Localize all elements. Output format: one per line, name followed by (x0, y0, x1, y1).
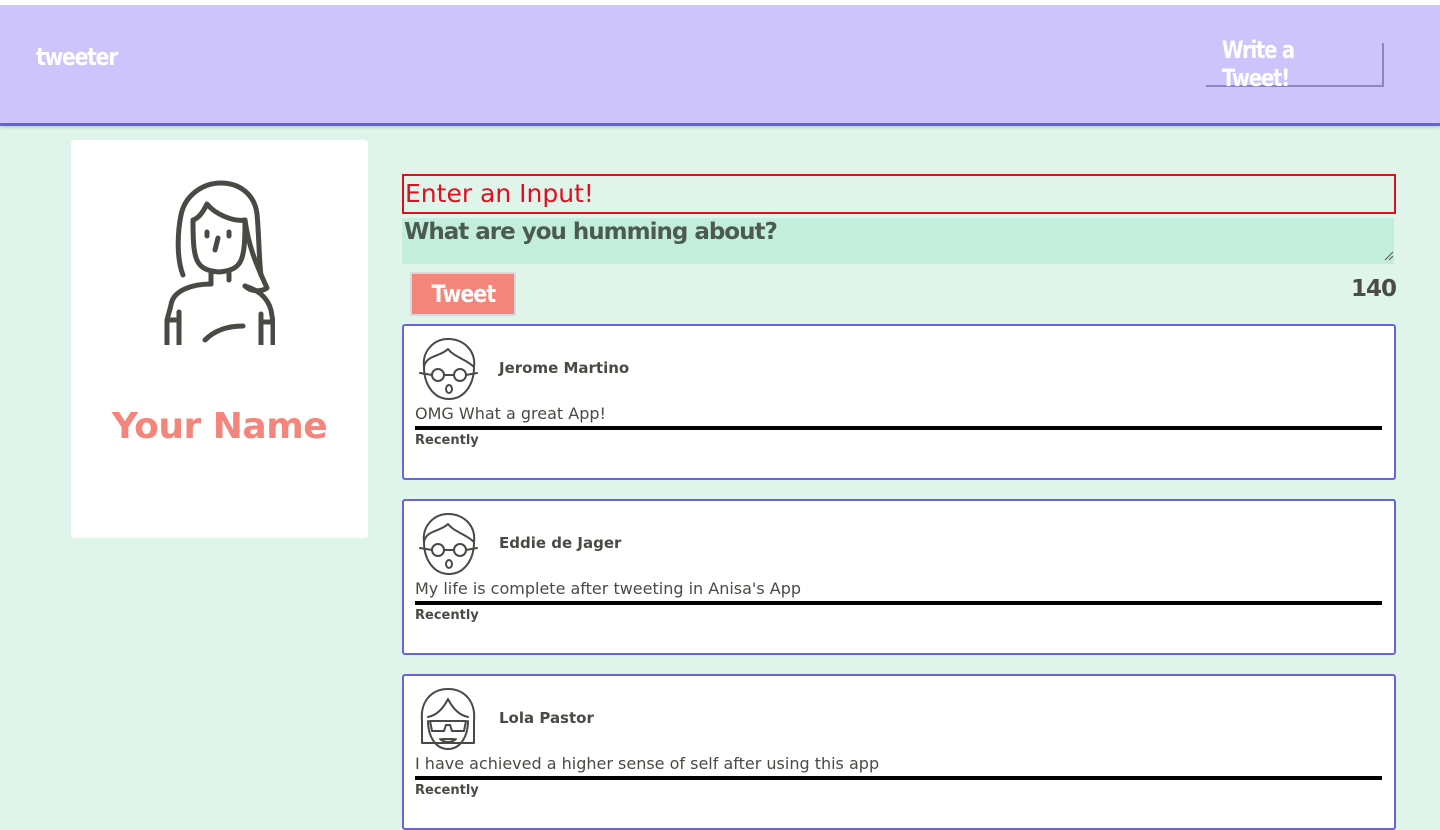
tweet-text: I have achieved a higher sense of self a… (415, 754, 880, 773)
man-glasses-avatar-icon (419, 513, 478, 575)
woman-sunglasses-avatar-icon (420, 688, 476, 750)
char-counter: 140 (1350, 276, 1397, 302)
tweet-button-label: Tweet (431, 280, 496, 308)
woman-avatar-icon (164, 180, 275, 345)
tweet-divider (415, 601, 1382, 605)
tweet-timestamp: Recently (415, 433, 479, 448)
tweet-button[interactable]: Tweet (410, 272, 516, 316)
top-nav: tweeter Write a Tweet! (0, 5, 1440, 126)
profile-name: Your Name (111, 406, 328, 447)
tweet-card: Jerome Martino OMG What a great App! Rec… (402, 324, 1396, 480)
write-tweet-label: Write a Tweet! (1221, 36, 1295, 92)
app-logo[interactable]: tweeter (36, 43, 118, 71)
resize-grip-icon[interactable] (1383, 250, 1393, 260)
tweet-input[interactable] (402, 218, 1394, 264)
error-message: Enter an Input! (402, 174, 1396, 214)
tweet-timestamp: Recently (415, 783, 479, 798)
tweet-divider (415, 776, 1382, 780)
man-glasses-avatar-icon (419, 338, 478, 400)
tweet-text: OMG What a great App! (415, 404, 606, 423)
tweet-author: Lola Pastor (499, 709, 594, 727)
tweet-card: Eddie de Jager My life is complete after… (402, 499, 1396, 655)
tweet-card: Lola Pastor I have achieved a higher sen… (402, 674, 1396, 830)
write-tweet-button[interactable]: Write a Tweet! (1206, 36, 1384, 92)
tweet-timestamp: Recently (415, 608, 479, 623)
tweet-author: Jerome Martino (499, 359, 630, 377)
tweet-author: Eddie de Jager (499, 534, 622, 552)
tweet-divider (415, 426, 1382, 430)
profile-card: Your Name (71, 140, 368, 538)
tweet-text: My life is complete after tweeting in An… (415, 579, 802, 598)
